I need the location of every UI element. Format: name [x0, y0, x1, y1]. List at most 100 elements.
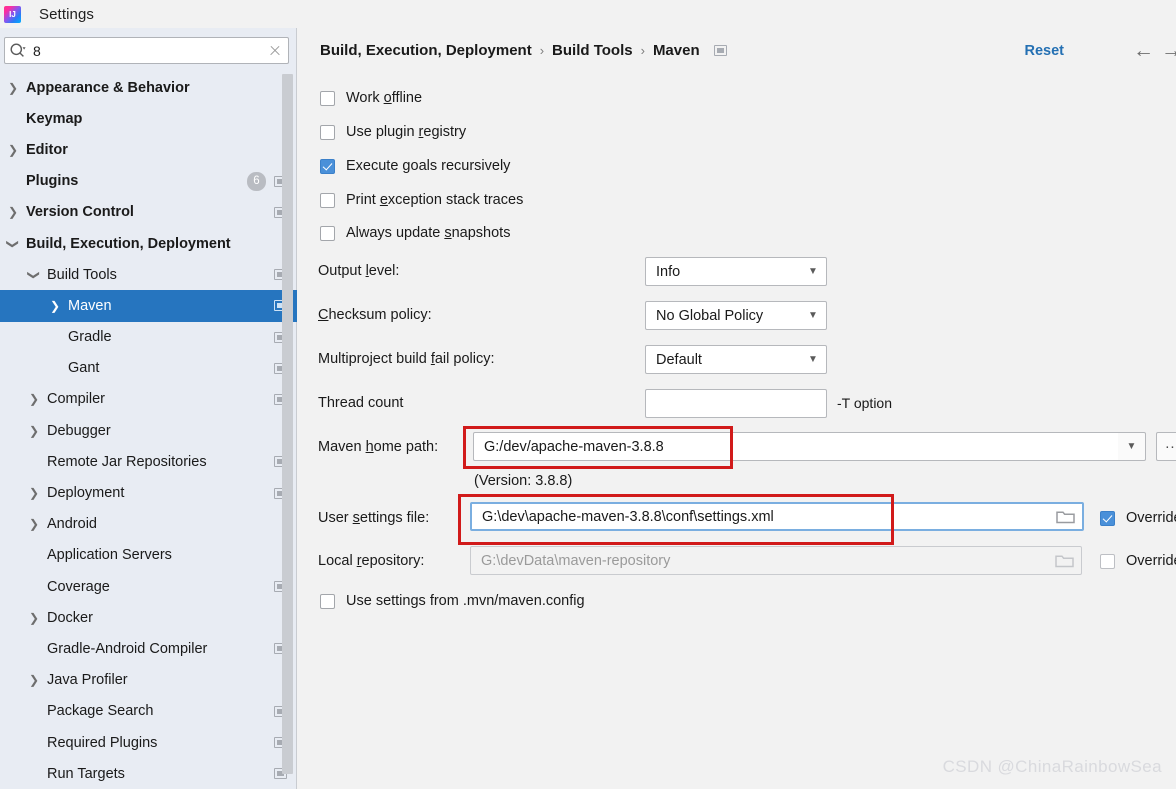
chevron-right-icon[interactable]: ❯ [27, 393, 41, 405]
sidebar-item-gant[interactable]: Gant [0, 353, 297, 384]
checkbox-box[interactable] [320, 593, 335, 609]
sidebar-item-package-search[interactable]: Package Search [0, 696, 297, 727]
intellij-idea-logo-icon [4, 5, 21, 23]
checkbox-box[interactable] [320, 158, 335, 174]
breadcrumb-separator: › [539, 43, 545, 58]
checkbox-label: Print exception stack traces [346, 192, 524, 208]
chevron-down-icon[interactable]: ❯ [27, 268, 41, 282]
title-bar: Settings [0, 0, 1176, 28]
chevron-right-icon[interactable]: ❯ [6, 206, 20, 218]
user-settings-override-checkbox[interactable]: Override [1100, 510, 1176, 526]
sidebar-item-label: Gant [68, 360, 100, 377]
checkbox-work-offline[interactable]: Work offline [320, 90, 422, 106]
maven-home-path-browse-button[interactable]: ... [1156, 432, 1176, 461]
breadcrumb-item-2[interactable]: Maven [653, 42, 700, 59]
checkbox-label: Work offline [346, 90, 423, 106]
settings-tree[interactable]: ❯ Appearance & Behavior Keymap ❯ Editor Plugi… [0, 72, 297, 789]
sidebar-item-java-profiler[interactable]: ❯ Java Profiler [0, 665, 297, 696]
checkbox-box[interactable] [1100, 553, 1115, 569]
checkbox-box[interactable] [320, 90, 335, 106]
sidebar-item-label: Application Servers [47, 547, 172, 564]
sidebar-item-debugger[interactable]: ❯ Debugger [0, 415, 297, 446]
multiproject-fail-policy-value: Default [656, 351, 702, 368]
chevron-down-icon[interactable]: ❯ [6, 237, 20, 251]
maven-version-note: (Version: 3.8.8) [474, 473, 573, 489]
chevron-right-icon[interactable]: ❯ [6, 82, 20, 94]
chevron-right-icon[interactable]: ❯ [6, 144, 20, 156]
breadcrumb-item-0[interactable]: Build, Execution, Deployment [320, 42, 532, 59]
checkbox-use-plugin-registry[interactable]: Use plugin registry [320, 124, 466, 140]
chevron-right-icon[interactable]: ❯ [27, 425, 41, 437]
checkbox-use-mvn-maven-config[interactable]: Use settings from .mvn/maven.config [320, 593, 585, 609]
sidebar-item-android[interactable]: ❯ Android [0, 509, 297, 540]
checkbox-always-update-snapshots[interactable]: Always update snapshots [320, 225, 510, 241]
checkbox-execute-goals-recursively[interactable]: Execute goals recursively [320, 158, 510, 174]
checkbox-box[interactable] [320, 124, 335, 140]
chevron-down-icon: ▼ [808, 266, 818, 277]
local-repository-input[interactable]: G:\devData\maven-repository [470, 546, 1082, 575]
sidebar-item-label: Compiler [47, 391, 106, 408]
checkbox-box[interactable] [320, 225, 335, 241]
sidebar-item-label: Coverage [47, 578, 110, 595]
settings-search-box[interactable] [4, 37, 289, 64]
sidebar-item-appearance-behavior[interactable]: ❯ Appearance & Behavior [0, 72, 297, 103]
multiproject-fail-policy-dropdown[interactable]: Default ▼ [645, 345, 827, 374]
sidebar-item-build-tools[interactable]: ❯ Build Tools [0, 259, 297, 290]
sidebar-item-coverage[interactable]: Coverage [0, 571, 297, 602]
sidebar-item-remote-jar-repositories[interactable]: Remote Jar Repositories [0, 446, 297, 477]
search-input[interactable] [31, 42, 262, 59]
sidebar-item-application-servers[interactable]: Application Servers [0, 540, 297, 571]
user-settings-file-value: G:\dev\apache-maven-3.8.8\conf\settings.… [482, 508, 774, 525]
folder-icon[interactable] [1047, 547, 1081, 574]
sidebar-item-gradle[interactable]: Gradle [0, 322, 297, 353]
sidebar-item-docker[interactable]: ❯ Docker [0, 602, 297, 633]
output-level-dropdown[interactable]: Info ▼ [645, 257, 827, 286]
checkbox-label: Always update snapshots [346, 225, 511, 241]
sidebar-item-version-control[interactable]: ❯ Version Control [0, 197, 297, 228]
checksum-policy-dropdown[interactable]: No Global Policy ▼ [645, 301, 827, 330]
maven-home-path-input[interactable]: G:/dev/apache-maven-3.8.8 [473, 432, 1123, 461]
sidebar-item-compiler[interactable]: ❯ Compiler [0, 384, 297, 415]
chevron-right-icon[interactable]: ❯ [27, 674, 41, 686]
checkbox-label: Execute goals recursively [346, 158, 511, 174]
sidebar-item-build-execution-deployment[interactable]: ❯ Build, Execution, Deployment [0, 228, 297, 259]
folder-icon[interactable] [1048, 504, 1082, 529]
checkbox-box[interactable] [1100, 510, 1115, 526]
output-level-value: Info [656, 263, 681, 280]
chevron-right-icon[interactable]: ❯ [27, 518, 41, 530]
output-level-label: Output level: [318, 263, 400, 279]
user-settings-file-input[interactable]: G:\dev\apache-maven-3.8.8\conf\settings.… [470, 502, 1084, 531]
sidebar-item-plugins[interactable]: Plugins 6 [0, 166, 297, 197]
sidebar-item-deployment[interactable]: ❯ Deployment [0, 477, 297, 508]
chevron-right-icon[interactable]: ❯ [27, 612, 41, 624]
breadcrumb-separator: › [640, 43, 645, 58]
arrow-right-icon[interactable]: → [1161, 40, 1176, 61]
checkbox-label: Use plugin registry [346, 124, 467, 140]
breadcrumb-item-1[interactable]: Build Tools [552, 42, 633, 59]
sidebar-item-maven[interactable]: ❯ Maven [0, 290, 297, 322]
sidebar-item-required-plugins[interactable]: Required Plugins [0, 727, 297, 758]
settings-dialog: Settings ❯ Appearance & Behavior Keymap ❯ Ed… [0, 0, 1176, 789]
sidebar-scrollbar[interactable] [282, 74, 293, 774]
chevron-right-icon[interactable]: ❯ [27, 487, 41, 499]
sidebar-item-label: Keymap [26, 110, 83, 127]
multiproject-fail-policy-label: Multiproject build fail policy: [318, 351, 495, 367]
checkbox-box[interactable] [320, 192, 335, 208]
sidebar-item-editor[interactable]: ❯ Editor [0, 134, 297, 165]
checkbox-print-exception-stack-traces[interactable]: Print exception stack traces [320, 192, 523, 208]
sidebar-item-label: Maven [68, 297, 112, 314]
maven-home-path-dropdown-button[interactable]: ▼ [1118, 432, 1146, 461]
local-repository-override-checkbox[interactable]: Override [1100, 553, 1176, 569]
reset-link[interactable]: Reset [1025, 43, 1065, 59]
sidebar-item-keymap[interactable]: Keymap [0, 103, 297, 134]
sidebar-item-run-targets[interactable]: Run Targets [0, 758, 297, 789]
sidebar-item-badge: 6 [247, 171, 266, 191]
thread-count-input[interactable] [645, 389, 827, 418]
arrow-left-icon[interactable]: ← [1133, 40, 1154, 61]
chevron-right-icon[interactable]: ❯ [48, 300, 62, 312]
local-repository-value: G:\devData\maven-repository [481, 552, 671, 569]
settings-sidebar: ❯ Appearance & Behavior Keymap ❯ Editor Plugi… [0, 28, 297, 789]
sidebar-item-gradle-android-compiler[interactable]: Gradle-Android Compiler [0, 633, 297, 664]
sidebar-item-label: Gradle-Android Compiler [47, 640, 208, 657]
close-icon[interactable] [262, 38, 288, 63]
